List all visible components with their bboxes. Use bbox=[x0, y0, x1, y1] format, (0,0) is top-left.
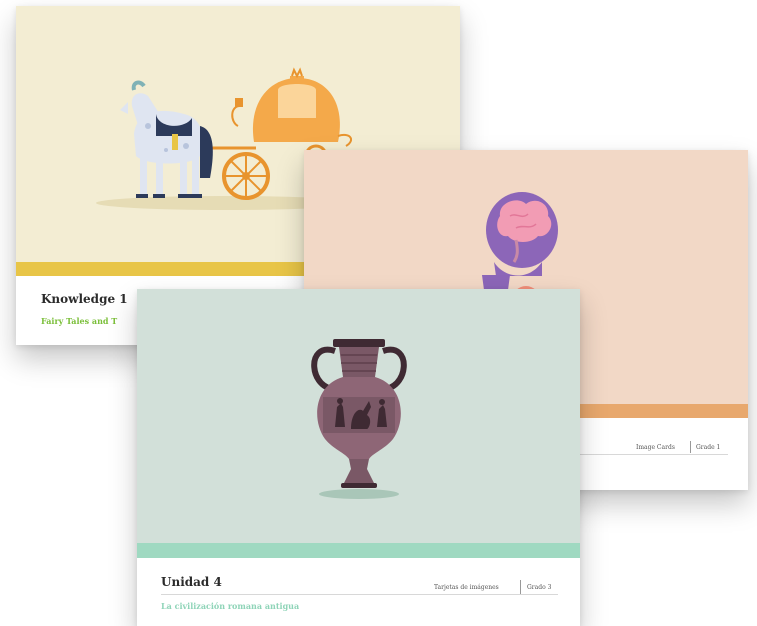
unidad-card-color-band bbox=[137, 543, 580, 558]
knowledge-card-subtitle: Fairy Tales and T bbox=[41, 316, 118, 326]
unidad-card-meta-type: Tarjetas de imágenes bbox=[434, 584, 499, 591]
unidad-card[interactable]: Unidad 4 Tarjetas de imágenes Grado 3 La… bbox=[137, 289, 580, 626]
unidad-card-subtitle: La civilización romana antigua bbox=[161, 601, 300, 611]
unidad-card-title: Unidad 4 bbox=[161, 575, 222, 589]
amphora-vase-illustration bbox=[311, 339, 407, 499]
unidad-card-meta-grade: Grado 3 bbox=[527, 584, 552, 591]
image-cards-card-meta-type: Image Cards bbox=[636, 444, 675, 451]
unidad-card-meta-separator bbox=[520, 580, 521, 594]
unidad-card-footer: Unidad 4 Tarjetas de imágenes Grado 3 La… bbox=[137, 558, 580, 626]
knowledge-card-title: Knowledge 1 bbox=[41, 292, 128, 306]
image-cards-card-meta-grade: Grade 1 bbox=[696, 444, 721, 451]
image-cards-card-meta-separator bbox=[690, 441, 691, 453]
unidad-card-artwork bbox=[137, 289, 580, 543]
unidad-card-rule bbox=[161, 594, 558, 595]
